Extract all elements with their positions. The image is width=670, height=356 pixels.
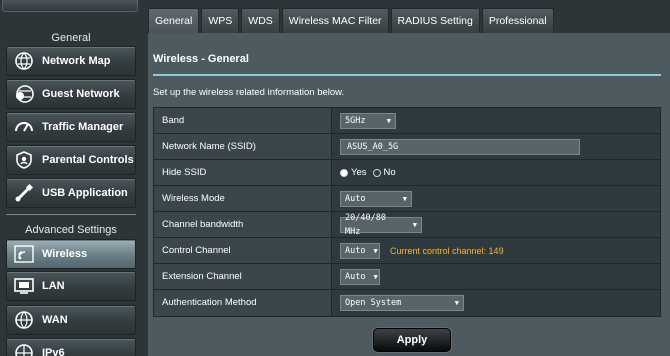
tab-bar: General WPS WDS Wireless MAC Filter RADI…: [148, 8, 556, 33]
radio-label: Yes: [351, 167, 367, 178]
extension-channel-value: Auto: [345, 271, 366, 282]
channel-bandwidth-select[interactable]: 20/40/80 MHz ▼: [340, 213, 422, 237]
network-map-icon: [13, 50, 35, 72]
wireless-mode-value: Auto: [345, 193, 366, 204]
chevron-down-icon: ▼: [454, 299, 459, 307]
wan-icon: [13, 309, 35, 331]
general-section-title: General: [51, 32, 91, 44]
main-content: General WPS WDS Wireless MAC Filter RADI…: [144, 0, 670, 356]
lan-icon: [13, 275, 35, 297]
band-label: Band: [154, 108, 332, 133]
settings-form: Band 5GHz ▼ Network Name (SSID) ASUS_A0_…: [153, 107, 661, 317]
current-channel-hint: Current control channel: 149: [390, 245, 504, 256]
usb-application-icon: [13, 182, 35, 204]
sidebar-item-guest-network[interactable]: Guest Network: [6, 79, 136, 109]
sidebar-item-network-map[interactable]: Network Map: [6, 46, 136, 76]
auth-method-select[interactable]: Open System ▼: [340, 295, 464, 311]
sidebar-item-label: WAN: [42, 314, 68, 326]
divider: [6, 214, 136, 215]
extension-channel-label: Extension Channel: [154, 264, 332, 289]
chevron-down-icon: ▼: [386, 116, 391, 125]
auth-method-value: Open System: [345, 298, 402, 308]
tab-professional[interactable]: Professional: [481, 8, 554, 33]
channel-bandwidth-label: Channel bandwidth: [154, 212, 332, 237]
chevron-down-icon: ▼: [412, 220, 417, 229]
sidebar: General Network Map Guest Network Traffi…: [0, 0, 140, 356]
form-row-ssid: Network Name (SSID) ASUS_A0_5G: [154, 134, 660, 160]
advanced-section-title: Advanced Settings: [25, 224, 117, 236]
guest-network-icon: [13, 83, 35, 105]
settings-panel: Wireless - General Set up the wireless r…: [148, 33, 670, 356]
sidebar-item-label: LAN: [42, 280, 65, 292]
sidebar-item-label: Guest Network: [42, 88, 120, 100]
tab-wireless-mac-filter[interactable]: Wireless MAC Filter: [281, 8, 389, 33]
sidebar-item-label: Parental Controls: [42, 154, 134, 166]
hide-ssid-no-radio[interactable]: No: [372, 167, 396, 178]
control-channel-value: Auto: [345, 245, 366, 256]
title-underline: [153, 74, 661, 76]
traffic-manager-icon: [13, 116, 35, 138]
radio-selected-icon: [340, 168, 348, 177]
band-select[interactable]: 5GHz ▼: [340, 112, 396, 129]
sidebar-item-parental-controls[interactable]: Parental Controls: [6, 145, 136, 175]
wireless-mode-select[interactable]: Auto ▼: [340, 190, 412, 207]
form-row-extension-channel: Extension Channel Auto ▼: [154, 264, 660, 290]
ipv6-icon: [13, 342, 35, 356]
chevron-down-icon: ▼: [373, 246, 378, 255]
form-row-band: Band 5GHz ▼: [154, 108, 660, 134]
form-row-channel-bandwidth: Channel bandwidth 20/40/80 MHz ▼: [154, 212, 660, 238]
auth-method-label: Authentication Method: [154, 290, 332, 316]
hide-ssid-label: Hide SSID: [154, 160, 332, 185]
parental-controls-icon: [13, 149, 35, 171]
ssid-input[interactable]: ASUS_A0_5G: [340, 138, 580, 155]
page-title: Wireless - General: [153, 53, 249, 65]
page-description: Set up the wireless related information …: [153, 87, 345, 98]
sidebar-item-label: IPv6: [42, 347, 65, 356]
tab-radius-setting[interactable]: RADIUS Setting: [390, 8, 480, 33]
radio-label: No: [383, 167, 396, 178]
chevron-down-icon: ▼: [373, 272, 378, 281]
sidebar-item-label: USB Application: [42, 187, 128, 199]
sidebar-item-label: Wireless: [42, 248, 88, 260]
hide-ssid-yes-radio[interactable]: Yes: [340, 167, 367, 178]
form-row-hide-ssid: Hide SSID Yes No: [154, 160, 660, 186]
band-value: 5GHz: [345, 115, 366, 126]
channel-bandwidth-value: 20/40/80 MHz: [345, 212, 386, 237]
sidebar-top-item[interactable]: [2, 0, 138, 12]
tab-general[interactable]: General: [148, 8, 200, 33]
radio-unselected-icon: [372, 168, 381, 177]
tab-wds[interactable]: WDS: [241, 8, 280, 33]
tab-wps[interactable]: WPS: [201, 8, 240, 33]
ssid-label: Network Name (SSID): [154, 134, 332, 159]
sidebar-item-ipv6[interactable]: IPv6: [6, 338, 136, 356]
form-row-control-channel: Control Channel Auto ▼ Current control c…: [154, 238, 660, 264]
form-row-auth-method: Authentication Method Open System ▼: [154, 290, 660, 316]
sidebar-item-lan[interactable]: LAN: [6, 271, 136, 301]
sidebar-item-label: Network Map: [42, 55, 111, 67]
form-row-wireless-mode: Wireless Mode Auto ▼: [154, 186, 660, 212]
sidebar-item-traffic-manager[interactable]: Traffic Manager: [6, 112, 136, 142]
extension-channel-select[interactable]: Auto ▼: [340, 268, 380, 285]
sidebar-item-usb-application[interactable]: USB Application: [6, 178, 136, 208]
sidebar-item-wireless[interactable]: Wireless: [6, 239, 136, 269]
apply-button[interactable]: Apply: [373, 328, 451, 352]
control-channel-label: Control Channel: [154, 238, 332, 263]
chevron-down-icon: ▼: [402, 194, 407, 203]
wireless-mode-label: Wireless Mode: [154, 186, 332, 211]
wireless-icon: [13, 243, 35, 265]
sidebar-item-label: Traffic Manager: [42, 121, 124, 133]
sidebar-item-wan[interactable]: WAN: [6, 305, 136, 335]
control-channel-select[interactable]: Auto ▼: [340, 242, 380, 259]
